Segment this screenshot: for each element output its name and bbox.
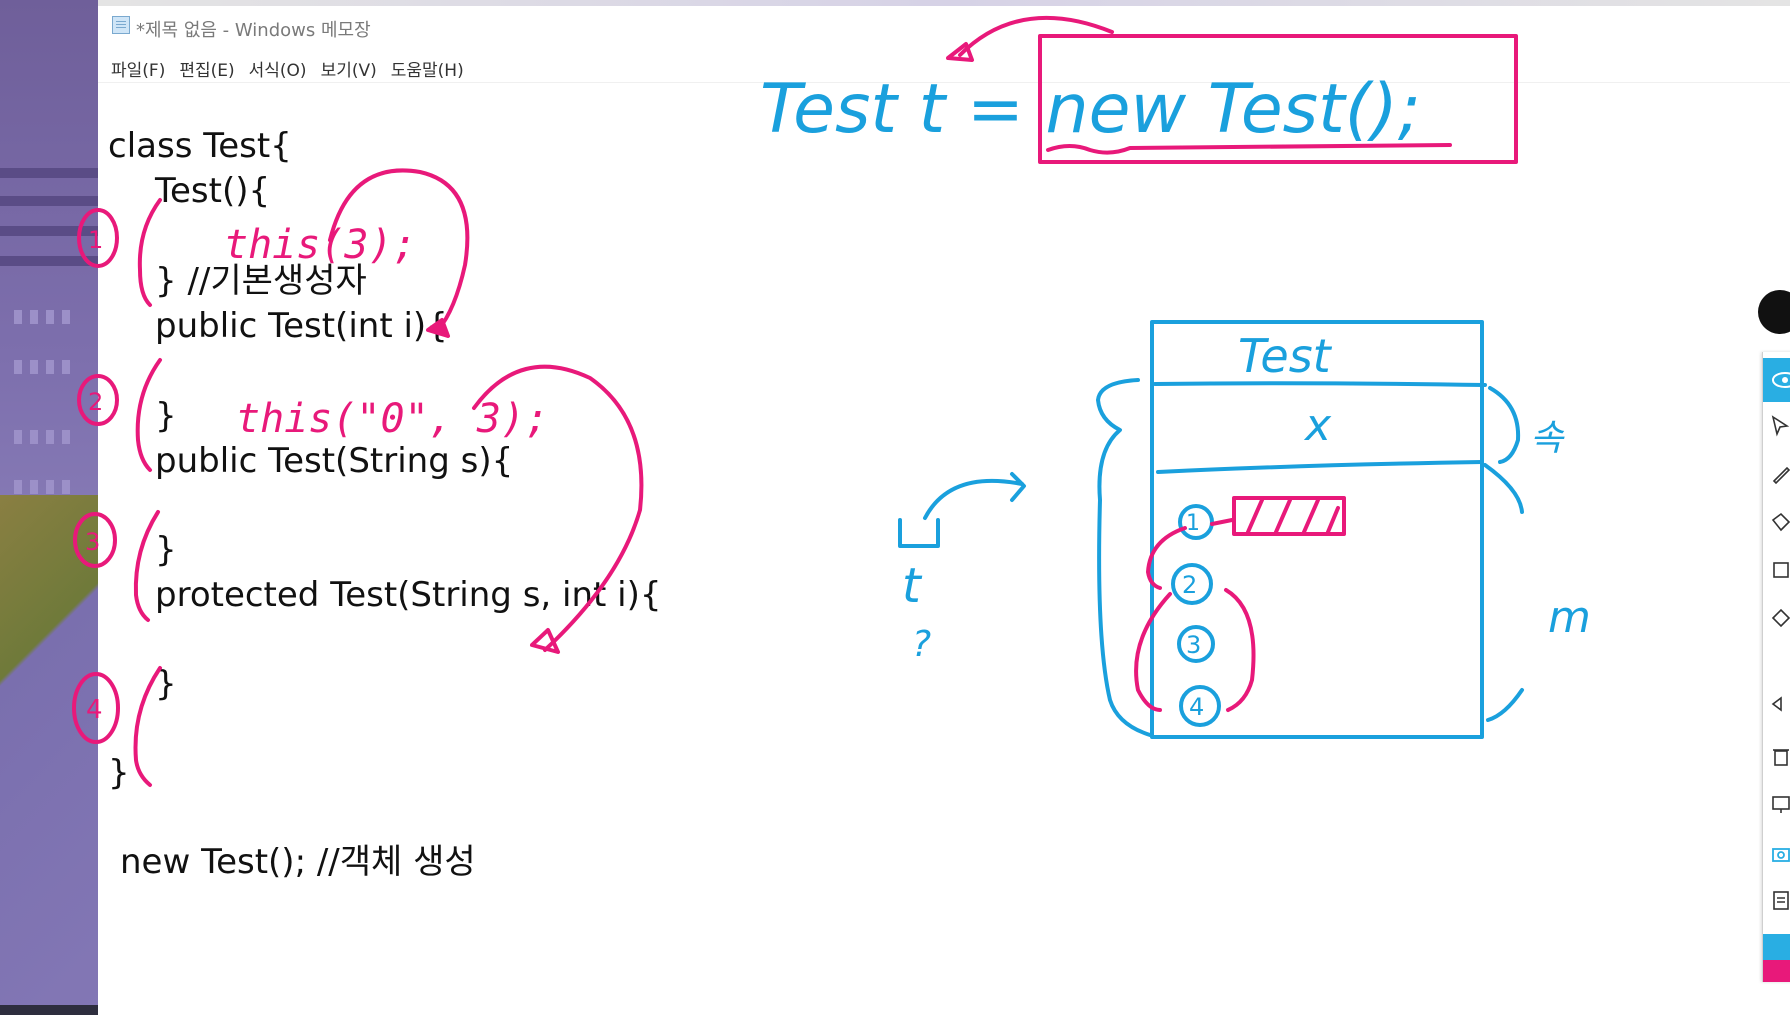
annotation-toolbar [1762,352,1790,982]
undo-icon[interactable] [1769,692,1790,716]
color-swatch-pink[interactable] [1763,960,1790,982]
highlighter-icon[interactable] [1769,510,1790,534]
code-line: protected Test(String s, int i){ [155,575,662,615]
code-line: Test(){ [155,171,271,211]
code-line: new Test(); //객체 생성 [120,842,476,882]
eye-icon[interactable] [1763,358,1790,402]
desktop-wallpaper [0,0,98,1015]
window-title: *제목 없음 - Windows 메모장 [136,20,371,41]
menu-divider [98,82,1790,83]
menu-edit[interactable]: 편집(E) [172,54,241,81]
code-line: public Test(String s){ [155,441,514,481]
eraser-icon[interactable] [1769,558,1790,582]
code-line: } [155,530,177,570]
code-line: class Test{ [108,126,292,166]
code-line: public Test(int i){ [155,306,448,346]
shape-icon[interactable] [1769,606,1790,630]
text-editor-area[interactable]: class Test{ Test(){ } //기본생성자 public Tes… [98,86,1790,1015]
trash-icon[interactable] [1769,744,1790,768]
menu-file[interactable]: 파일(F) [104,54,172,81]
menu-bar: 파일(F) 편집(E) 서식(O) 보기(V) 도움말(H) [104,54,471,81]
menu-help[interactable]: 도움말(H) [384,54,471,81]
code-line: } [108,753,130,793]
menu-view[interactable]: 보기(V) [314,54,384,81]
code-line: } [155,664,177,704]
notepad-icon [112,16,130,34]
title-bar[interactable]: *제목 없음 - Windows 메모장 [98,6,1790,42]
screen-icon[interactable] [1769,792,1790,816]
camera-icon[interactable] [1769,842,1790,866]
code-line: } //기본생성자 [155,261,367,301]
menu-format[interactable]: 서식(O) [242,54,314,81]
code-line: } [155,396,177,436]
pointer-icon[interactable] [1769,414,1790,438]
clipboard-icon[interactable] [1769,888,1790,912]
pen-icon[interactable] [1769,462,1790,486]
notepad-window: *제목 없음 - Windows 메모장 파일(F) 편집(E) 서식(O) 보… [98,6,1790,1015]
color-swatch-blue[interactable] [1763,934,1790,960]
